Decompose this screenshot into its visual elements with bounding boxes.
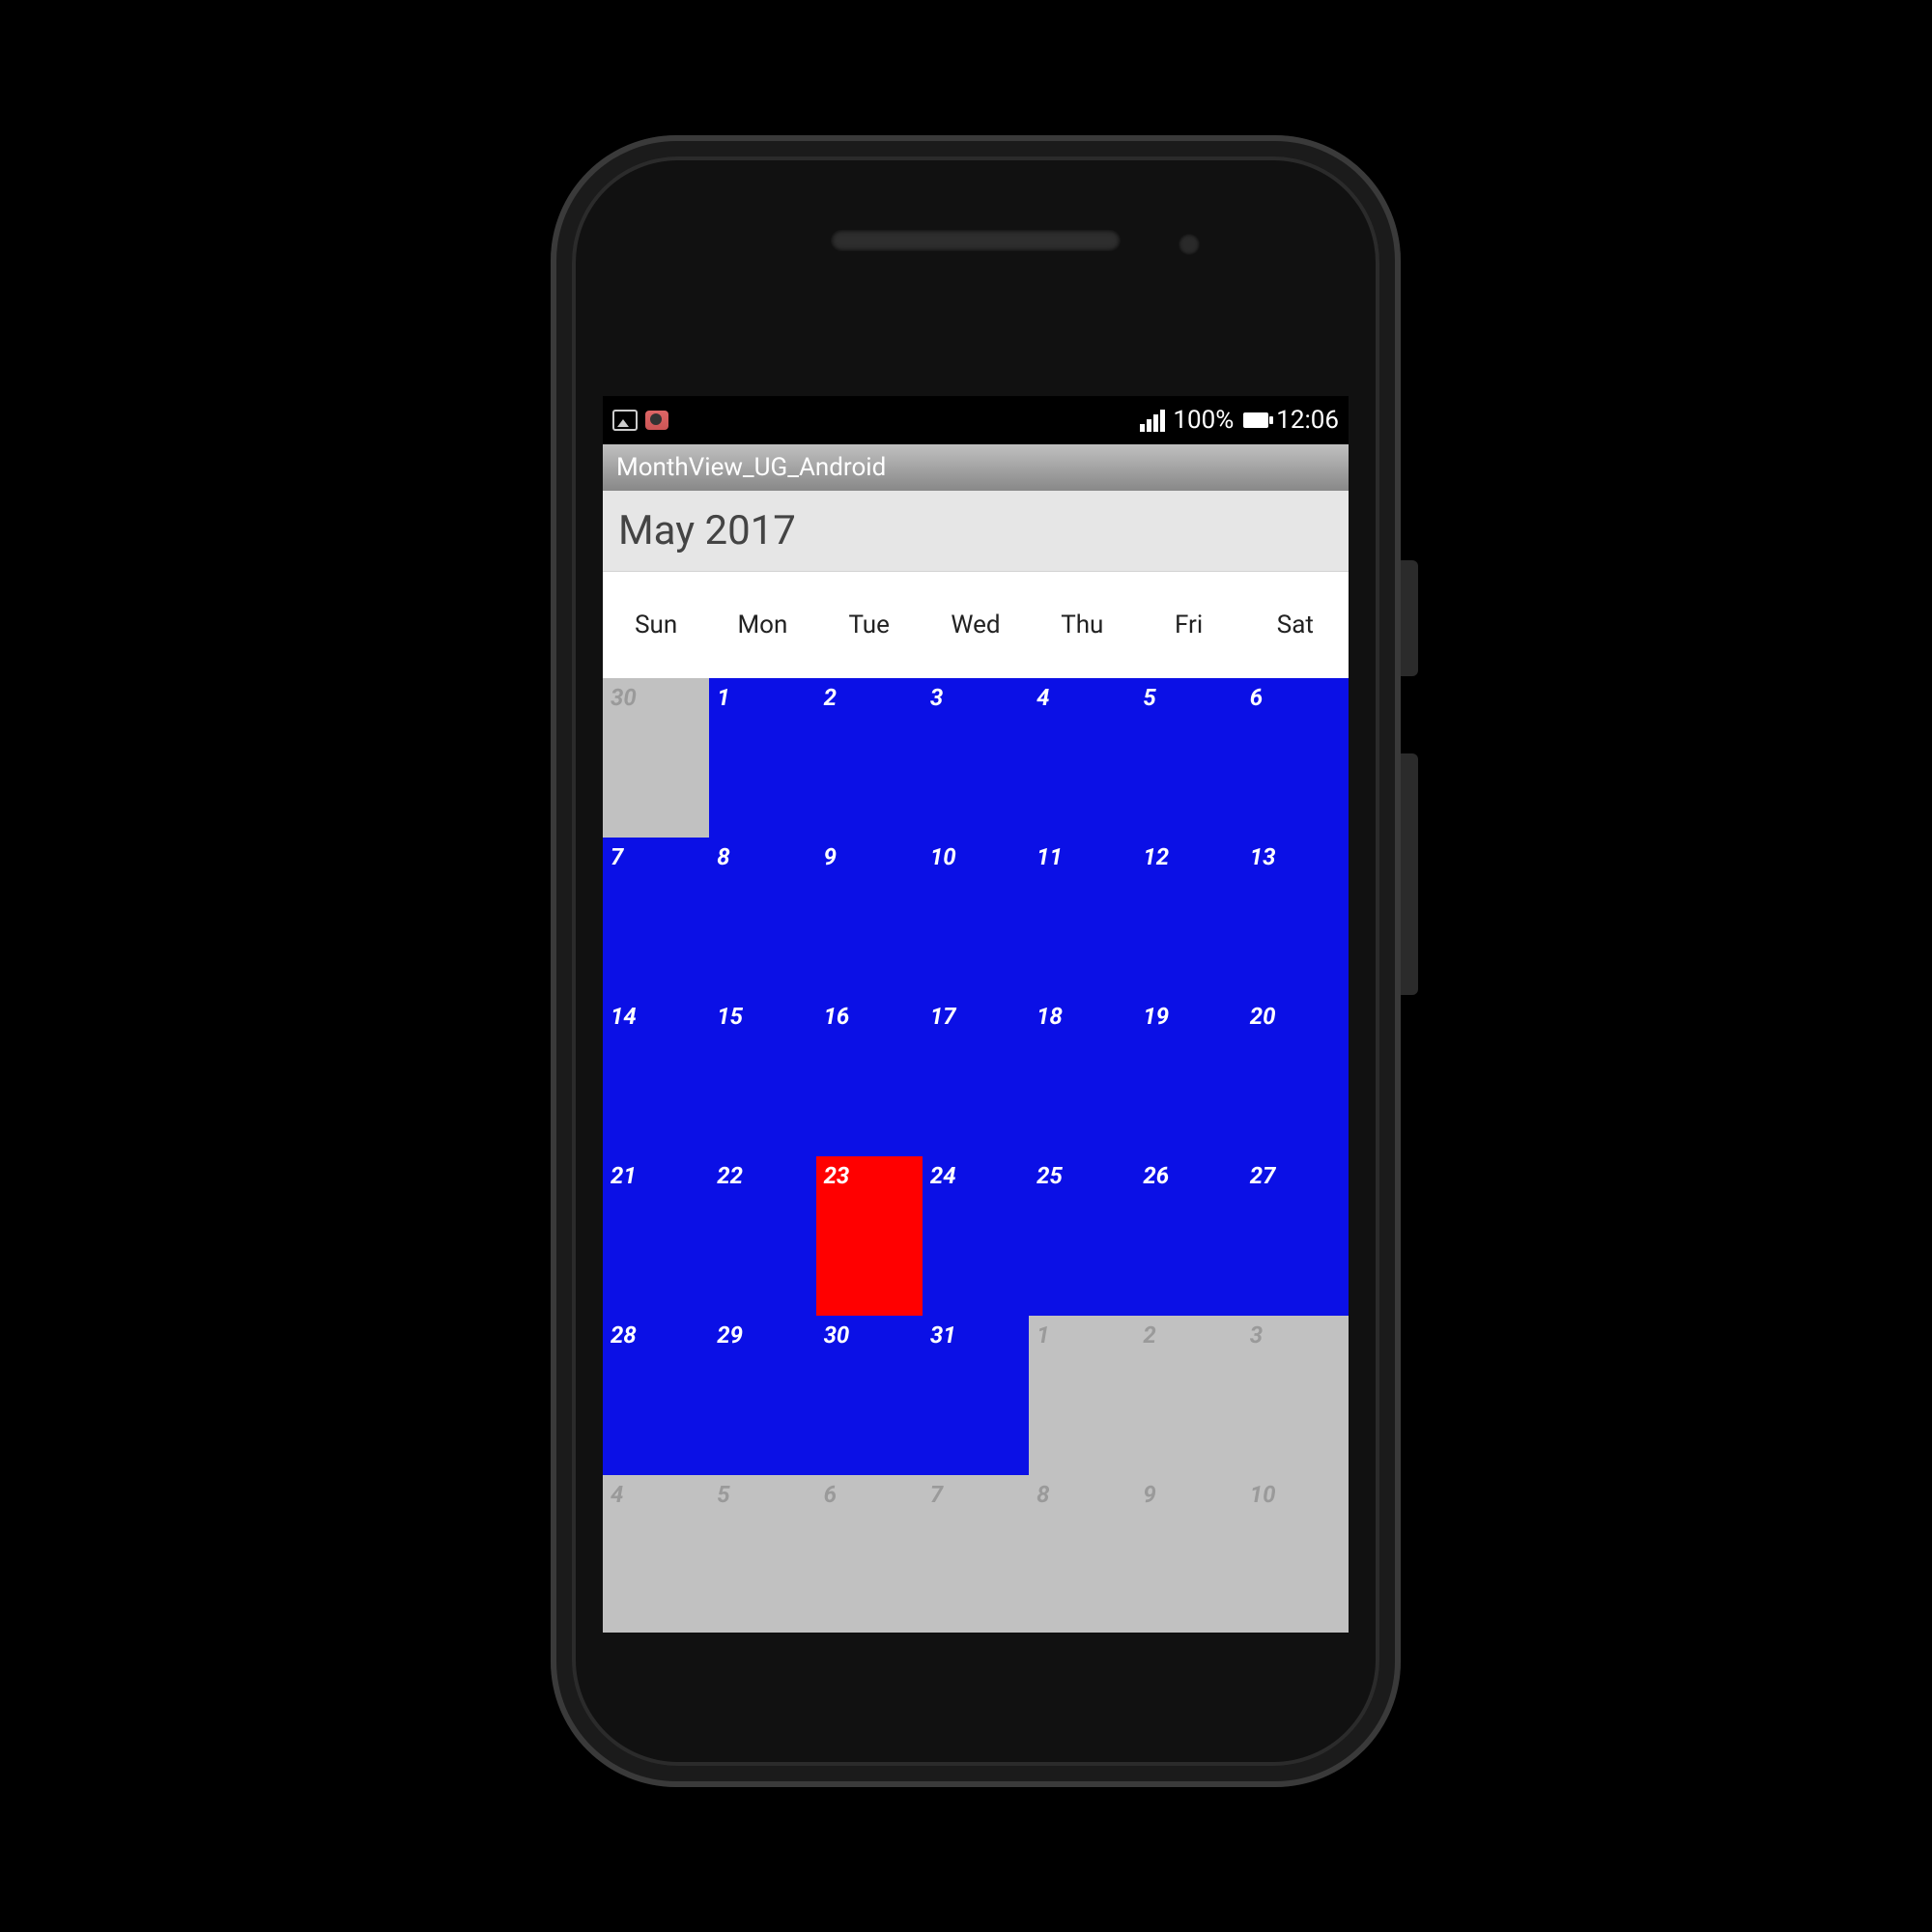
speaker-grille	[831, 230, 1121, 251]
weekday-wed: Wed	[923, 611, 1029, 639]
calendar-cell[interactable]: 29	[709, 1316, 815, 1475]
calendar-cell[interactable]: 19	[1135, 997, 1241, 1156]
calendar-cell[interactable]: 31	[923, 1316, 1029, 1475]
clock: 12:06	[1276, 406, 1339, 435]
month-label: May 2017	[618, 507, 796, 554]
app-title-bar: MonthView_UG_Android	[603, 444, 1349, 491]
screen: 100% 12:06 MonthView_UG_Android May 2017…	[603, 396, 1349, 1633]
weekday-sun: Sun	[603, 611, 709, 639]
calendar-cell[interactable]: 17	[923, 997, 1029, 1156]
calendar-cell-today[interactable]: 23	[816, 1156, 923, 1316]
weekday-sat: Sat	[1242, 611, 1349, 639]
calendar-cell[interactable]: 16	[816, 997, 923, 1156]
calendar-cell[interactable]: 28	[603, 1316, 709, 1475]
calendar-cell[interactable]: 14	[603, 997, 709, 1156]
calendar-cell[interactable]: 25	[1029, 1156, 1135, 1316]
calendar-cell[interactable]: 3	[923, 678, 1029, 838]
power-button[interactable]	[1401, 560, 1418, 676]
calendar-cell[interactable]: 12	[1135, 838, 1241, 997]
calendar-cell[interactable]: 6	[816, 1475, 923, 1633]
calendar-cell[interactable]: 11	[1029, 838, 1135, 997]
calendar-cell[interactable]: 13	[1242, 838, 1349, 997]
calendar-cell[interactable]: 1	[709, 678, 815, 838]
calendar-cell[interactable]: 7	[603, 838, 709, 997]
calendar-grid[interactable]: 3012345678910111213141516171819202122232…	[603, 678, 1349, 1633]
calendar-cell[interactable]: 27	[1242, 1156, 1349, 1316]
calendar-cell[interactable]: 21	[603, 1156, 709, 1316]
calendar-cell[interactable]: 8	[709, 838, 815, 997]
calendar-cell[interactable]: 7	[923, 1475, 1029, 1633]
calendar-cell[interactable]: 2	[816, 678, 923, 838]
calendar-cell[interactable]: 10	[923, 838, 1029, 997]
calendar-cell[interactable]: 30	[603, 678, 709, 838]
battery-pct: 100%	[1173, 406, 1234, 435]
signal-icon	[1140, 410, 1165, 432]
calendar-cell[interactable]: 9	[816, 838, 923, 997]
weekday-fri: Fri	[1135, 611, 1241, 639]
phone-frame: 100% 12:06 MonthView_UG_Android May 2017…	[551, 135, 1401, 1787]
calendar-cell[interactable]: 30	[816, 1316, 923, 1475]
battery-icon	[1243, 412, 1268, 428]
weekday-row: Sun Mon Tue Wed Thu Fri Sat	[603, 572, 1349, 678]
calendar-cell[interactable]: 3	[1242, 1316, 1349, 1475]
calendar-cell[interactable]: 1	[1029, 1316, 1135, 1475]
weekday-tue: Tue	[816, 611, 923, 639]
calendar-cell[interactable]: 22	[709, 1156, 815, 1316]
calendar-cell[interactable]: 15	[709, 997, 815, 1156]
camera-notification-icon	[645, 411, 668, 430]
calendar-cell[interactable]: 24	[923, 1156, 1029, 1316]
calendar-cell[interactable]: 9	[1135, 1475, 1241, 1633]
calendar-cell[interactable]: 2	[1135, 1316, 1241, 1475]
calendar-cell[interactable]: 6	[1242, 678, 1349, 838]
calendar-cell[interactable]: 5	[709, 1475, 815, 1633]
weekday-thu: Thu	[1029, 611, 1135, 639]
weekday-mon: Mon	[709, 611, 815, 639]
calendar-cell[interactable]: 4	[1029, 678, 1135, 838]
calendar-cell[interactable]: 5	[1135, 678, 1241, 838]
image-notification-icon	[612, 410, 638, 431]
calendar-cell[interactable]: 10	[1242, 1475, 1349, 1633]
calendar-cell[interactable]: 20	[1242, 997, 1349, 1156]
calendar-cell[interactable]: 8	[1029, 1475, 1135, 1633]
front-camera	[1179, 234, 1200, 255]
month-header[interactable]: May 2017	[603, 491, 1349, 572]
calendar-cell[interactable]: 4	[603, 1475, 709, 1633]
calendar-cell[interactable]: 18	[1029, 997, 1135, 1156]
volume-rocker[interactable]	[1401, 753, 1418, 995]
status-bar: 100% 12:06	[603, 396, 1349, 444]
app-title: MonthView_UG_Android	[616, 453, 886, 482]
calendar-cell[interactable]: 26	[1135, 1156, 1241, 1316]
